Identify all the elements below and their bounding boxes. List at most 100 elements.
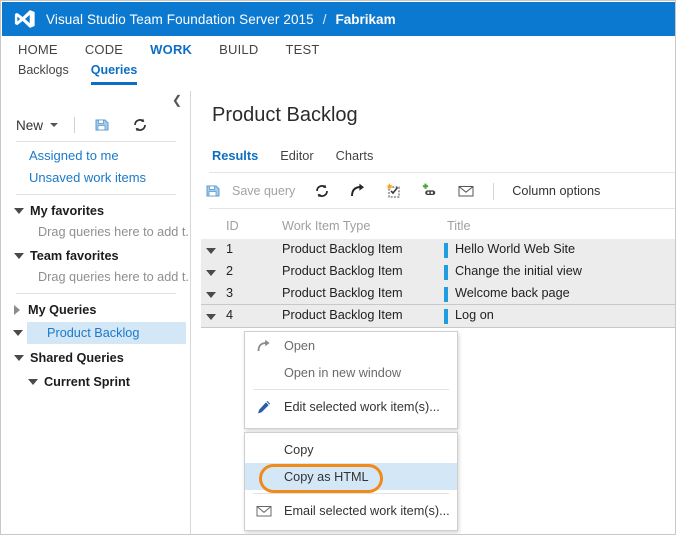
link-items-icon[interactable] [421, 182, 439, 200]
subnav-item-queries[interactable]: Queries [91, 63, 138, 85]
sidebar-group-team-favorites[interactable]: Team favorites [2, 246, 190, 266]
sidebar-group-my-queries[interactable]: My Queries [2, 300, 190, 320]
tab-charts[interactable]: Charts [336, 148, 374, 163]
caret-down-icon[interactable] [206, 314, 216, 320]
open-arrow-icon[interactable] [349, 182, 367, 200]
sidebar-hint-team-favorites: Drag queries here to add t... [38, 270, 196, 284]
cell-work-item-type: Product Backlog Item [282, 308, 403, 322]
caret-right-icon [14, 305, 20, 315]
save-query-icon[interactable] [205, 182, 223, 200]
email-icon [256, 503, 272, 519]
caret-down-icon [14, 355, 24, 361]
sidebar-item-label: Product Backlog [47, 326, 139, 340]
save-query-label[interactable]: Save query [232, 184, 295, 198]
tabs-divider [209, 172, 676, 173]
work-item-type-color-bar [444, 243, 448, 258]
caret-down-icon [50, 123, 58, 127]
caret-down-icon[interactable] [206, 270, 216, 276]
no-icon-placeholder [256, 365, 272, 381]
sidebar-link-assigned-to-me[interactable]: Assigned to me [29, 148, 119, 163]
query-tabs: Results Editor Charts [212, 148, 395, 163]
nav-item-test[interactable]: TEST [285, 42, 319, 57]
save-icon[interactable] [94, 116, 112, 134]
menu-item-open[interactable]: Open [245, 332, 457, 359]
menu-item-copy[interactable]: Copy [245, 436, 457, 463]
menu-item-label: Copy [284, 443, 314, 457]
new-query-label: New [16, 118, 43, 133]
cell-id: 2 [226, 264, 233, 278]
sidebar-divider-1 [16, 141, 176, 142]
cell-title: Change the initial view [455, 264, 582, 278]
menu-separator [253, 493, 449, 494]
nav-item-home[interactable]: HOME [18, 42, 58, 57]
menu-item-email-selected-work-items[interactable]: Email selected work item(s)... [245, 497, 457, 524]
menu-item-open-in-new-window[interactable]: Open in new window [245, 359, 457, 386]
table-row[interactable]: 4 Product Backlog Item Log on [201, 305, 676, 328]
column-header-work-item-type[interactable]: Work Item Type [282, 219, 370, 233]
main-navigation: HOME CODE WORK BUILD TEST [2, 36, 676, 63]
column-header-id[interactable]: ID [226, 219, 239, 233]
sidebar-divider-3 [16, 293, 176, 294]
sidebar-group-shared-queries[interactable]: Shared Queries [2, 348, 190, 368]
new-query-button[interactable]: New [16, 118, 58, 133]
breadcrumb-separator: / [323, 12, 327, 27]
sidebar-divider-2 [16, 194, 176, 195]
pencil-icon [256, 399, 272, 415]
caret-down-icon [28, 379, 38, 385]
open-arrow-icon [256, 338, 272, 354]
title-bar: Visual Studio Team Foundation Server 201… [2, 2, 676, 36]
tab-editor[interactable]: Editor [280, 148, 313, 163]
caret-down-icon[interactable] [206, 292, 216, 298]
table-row[interactable]: 2 Product Backlog Item Change the initia… [201, 261, 676, 283]
nav-item-build[interactable]: BUILD [219, 42, 258, 57]
caret-down-icon [14, 208, 24, 214]
menu-item-label: Email selected work item(s)... [284, 504, 450, 518]
caret-down-icon [13, 330, 23, 336]
refresh-icon[interactable] [131, 116, 149, 134]
project-name[interactable]: Fabrikam [336, 12, 396, 27]
no-icon-placeholder [256, 469, 272, 485]
work-item-type-color-bar [444, 287, 448, 302]
context-menu-top: Open Open in new window Edit selected wo… [244, 331, 458, 429]
sidebar-group-label: My favorites [30, 204, 104, 218]
menu-item-label: Open [284, 339, 315, 353]
sidebar-group-current-sprint[interactable]: Current Sprint [2, 372, 190, 392]
column-options-button[interactable]: Column options [512, 184, 600, 198]
menu-item-edit-selected-work-items[interactable]: Edit selected work item(s)... [245, 393, 457, 420]
nav-item-code[interactable]: CODE [85, 42, 123, 57]
table-row[interactable]: 3 Product Backlog Item Welcome back page [201, 283, 676, 305]
tfs-web-portal-window: Visual Studio Team Foundation Server 201… [0, 0, 676, 535]
caret-down-icon [14, 253, 24, 259]
tab-results[interactable]: Results [212, 148, 258, 163]
menu-item-copy-as-html[interactable]: Copy as HTML [245, 463, 457, 490]
new-work-item-icon[interactable] [385, 182, 403, 200]
sidebar-group-label: My Queries [28, 303, 96, 317]
email-icon[interactable] [457, 182, 475, 200]
nav-item-work[interactable]: WORK [150, 42, 192, 57]
page-title: Product Backlog [212, 104, 358, 127]
sidebar-item-product-backlog[interactable]: Product Backlog [27, 322, 186, 344]
context-menu-bottom: Copy Copy as HTML Email selected work it… [244, 432, 458, 531]
results-toolbar: Save query [205, 176, 676, 206]
caret-down-icon[interactable] [206, 248, 216, 254]
chevron-left-icon[interactable]: ❮ [170, 93, 184, 107]
queries-sidebar: ❮ New Assigned to me Unsaved work items [2, 91, 190, 534]
cell-work-item-type: Product Backlog Item [282, 286, 403, 300]
sidebar-toolbar: New [2, 110, 190, 140]
column-header-title[interactable]: Title [447, 219, 471, 233]
sub-navigation: Backlogs Queries [2, 63, 676, 91]
menu-separator [253, 389, 449, 390]
refresh-icon[interactable] [313, 182, 331, 200]
sidebar-group-my-favorites[interactable]: My favorites [2, 201, 190, 221]
cell-work-item-type: Product Backlog Item [282, 264, 403, 278]
table-row[interactable]: 1 Product Backlog Item Hello World Web S… [201, 239, 676, 261]
work-item-type-color-bar [444, 309, 448, 324]
cell-work-item-type: Product Backlog Item [282, 242, 403, 256]
sidebar-hint-my-favorites: Drag queries here to add t... [38, 225, 196, 239]
subnav-item-backlogs[interactable]: Backlogs [18, 63, 69, 85]
cell-id: 4 [226, 308, 233, 322]
menu-item-label: Open in new window [284, 366, 401, 380]
sidebar-link-unsaved-work-items[interactable]: Unsaved work items [29, 170, 146, 185]
cell-title: Hello World Web Site [455, 242, 575, 256]
work-items-grid: ID Work Item Type Title 1 Product Backlo… [201, 215, 676, 328]
